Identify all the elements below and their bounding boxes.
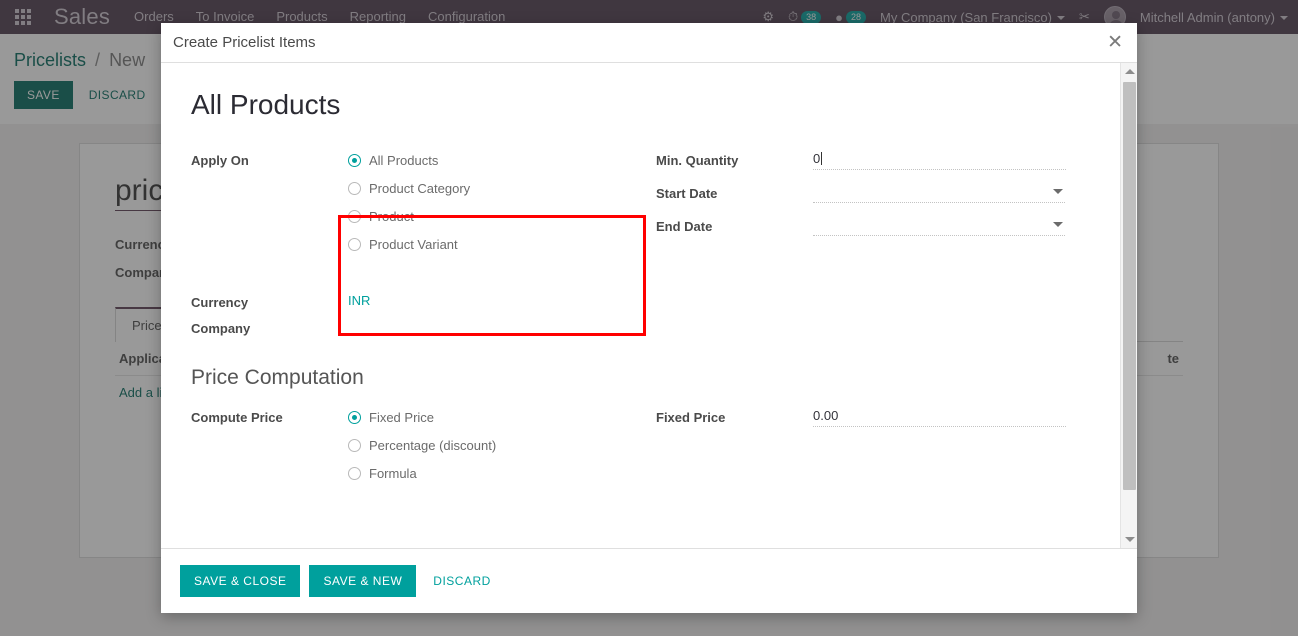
- radio-product-category-label: Product Category: [369, 181, 471, 196]
- radio-fixed-price-label: Fixed Price: [369, 410, 435, 425]
- radio-button-icon[interactable]: [348, 439, 361, 452]
- radio-product-label: Product: [369, 209, 414, 224]
- dialog-header: Create Pricelist Items ✕: [161, 23, 1137, 63]
- field-compute-price: Compute Price Fixed Price Percentage (di…: [191, 408, 640, 481]
- scroll-up-arrow-icon[interactable]: [1121, 63, 1137, 80]
- dialog-footer: SAVE & CLOSE SAVE & NEW DISCARD: [161, 549, 1137, 613]
- save-and-new-button[interactable]: SAVE & NEW: [309, 565, 417, 597]
- radio-button-icon[interactable]: [348, 411, 361, 424]
- compute-price-label: Compute Price: [191, 410, 283, 425]
- company-label: Company: [191, 321, 251, 336]
- chevron-down-icon[interactable]: [1053, 189, 1063, 194]
- radio-percentage-discount[interactable]: Percentage (discount): [348, 438, 640, 453]
- radio-formula-label: Formula: [369, 466, 417, 481]
- radio-button-icon[interactable]: [348, 238, 361, 251]
- field-fixed-price: Fixed Price 0.00: [656, 408, 1089, 427]
- dialog-discard-button[interactable]: DISCARD: [425, 565, 499, 597]
- price-computation-columns: Compute Price Fixed Price Percentage (di…: [191, 408, 1089, 490]
- price-computation-section-title: Price Computation: [191, 366, 364, 389]
- page-title: All Products: [191, 89, 341, 120]
- compute-price-column: Compute Price Fixed Price Percentage (di…: [191, 408, 640, 490]
- radio-formula[interactable]: Formula: [348, 466, 640, 481]
- form-right-column: Min. Quantity 0 Start Date End Date: [640, 151, 1089, 336]
- min-quantity-value: 0: [813, 151, 821, 166]
- radio-all-products-label: All Products: [369, 153, 439, 168]
- radio-product-variant-label: Product Variant: [369, 237, 458, 252]
- apply-on-label: Apply On: [191, 153, 249, 168]
- radio-product[interactable]: Product: [348, 209, 640, 224]
- end-date-input[interactable]: [813, 217, 1065, 236]
- field-company: Company: [191, 319, 640, 336]
- compute-price-radio-group: Fixed Price Percentage (discount) Formul…: [348, 408, 640, 481]
- field-start-date: Start Date: [656, 184, 1089, 203]
- min-quantity-input[interactable]: 0: [813, 151, 1066, 170]
- currency-label: Currency: [191, 295, 249, 310]
- field-end-date: End Date: [656, 217, 1089, 236]
- radio-button-icon[interactable]: [348, 182, 361, 195]
- close-icon[interactable]: ✕: [1107, 33, 1123, 52]
- dialog-title: Create Pricelist Items: [173, 34, 316, 51]
- field-currency: Currency INR: [191, 293, 640, 310]
- dialog-scrollbar[interactable]: [1120, 63, 1137, 548]
- dialog-body: All Products Apply On All Products Produ…: [161, 63, 1119, 548]
- text-cursor: [821, 152, 823, 165]
- save-and-close-button[interactable]: SAVE & CLOSE: [180, 565, 301, 597]
- currency-value[interactable]: INR: [348, 293, 370, 308]
- start-date-input[interactable]: [813, 184, 1065, 203]
- form-left-column: Apply On All Products Product Category P…: [191, 151, 640, 336]
- end-date-label: End Date: [656, 219, 713, 234]
- scroll-down-arrow-icon[interactable]: [1121, 531, 1137, 548]
- scrollbar-thumb[interactable]: [1123, 82, 1136, 490]
- radio-button-icon[interactable]: [348, 467, 361, 480]
- chevron-down-icon[interactable]: [1053, 222, 1063, 227]
- dialog-body-wrapper: All Products Apply On All Products Produ…: [161, 63, 1137, 549]
- fixed-price-column: Fixed Price 0.00: [640, 408, 1089, 490]
- apply-on-radio-group: All Products Product Category Product Pr…: [348, 151, 640, 252]
- field-apply-on: Apply On All Products Product Category P…: [191, 151, 640, 252]
- radio-fixed-price[interactable]: Fixed Price: [348, 410, 640, 425]
- fixed-price-label: Fixed Price: [656, 410, 726, 425]
- radio-product-category[interactable]: Product Category: [348, 181, 640, 196]
- start-date-label: Start Date: [656, 186, 718, 201]
- fixed-price-value: 0.00: [813, 408, 839, 423]
- radio-button-icon[interactable]: [348, 154, 361, 167]
- min-quantity-label: Min. Quantity: [656, 153, 739, 168]
- create-pricelist-items-dialog: Create Pricelist Items ✕ All Products Ap…: [161, 23, 1137, 613]
- radio-percentage-discount-label: Percentage (discount): [369, 438, 497, 453]
- form-columns: Apply On All Products Product Category P…: [191, 151, 1089, 336]
- fixed-price-input[interactable]: 0.00: [813, 408, 1066, 427]
- radio-button-icon[interactable]: [348, 210, 361, 223]
- radio-all-products[interactable]: All Products: [348, 153, 640, 168]
- radio-product-variant[interactable]: Product Variant: [348, 237, 640, 252]
- field-min-quantity: Min. Quantity 0: [656, 151, 1089, 170]
